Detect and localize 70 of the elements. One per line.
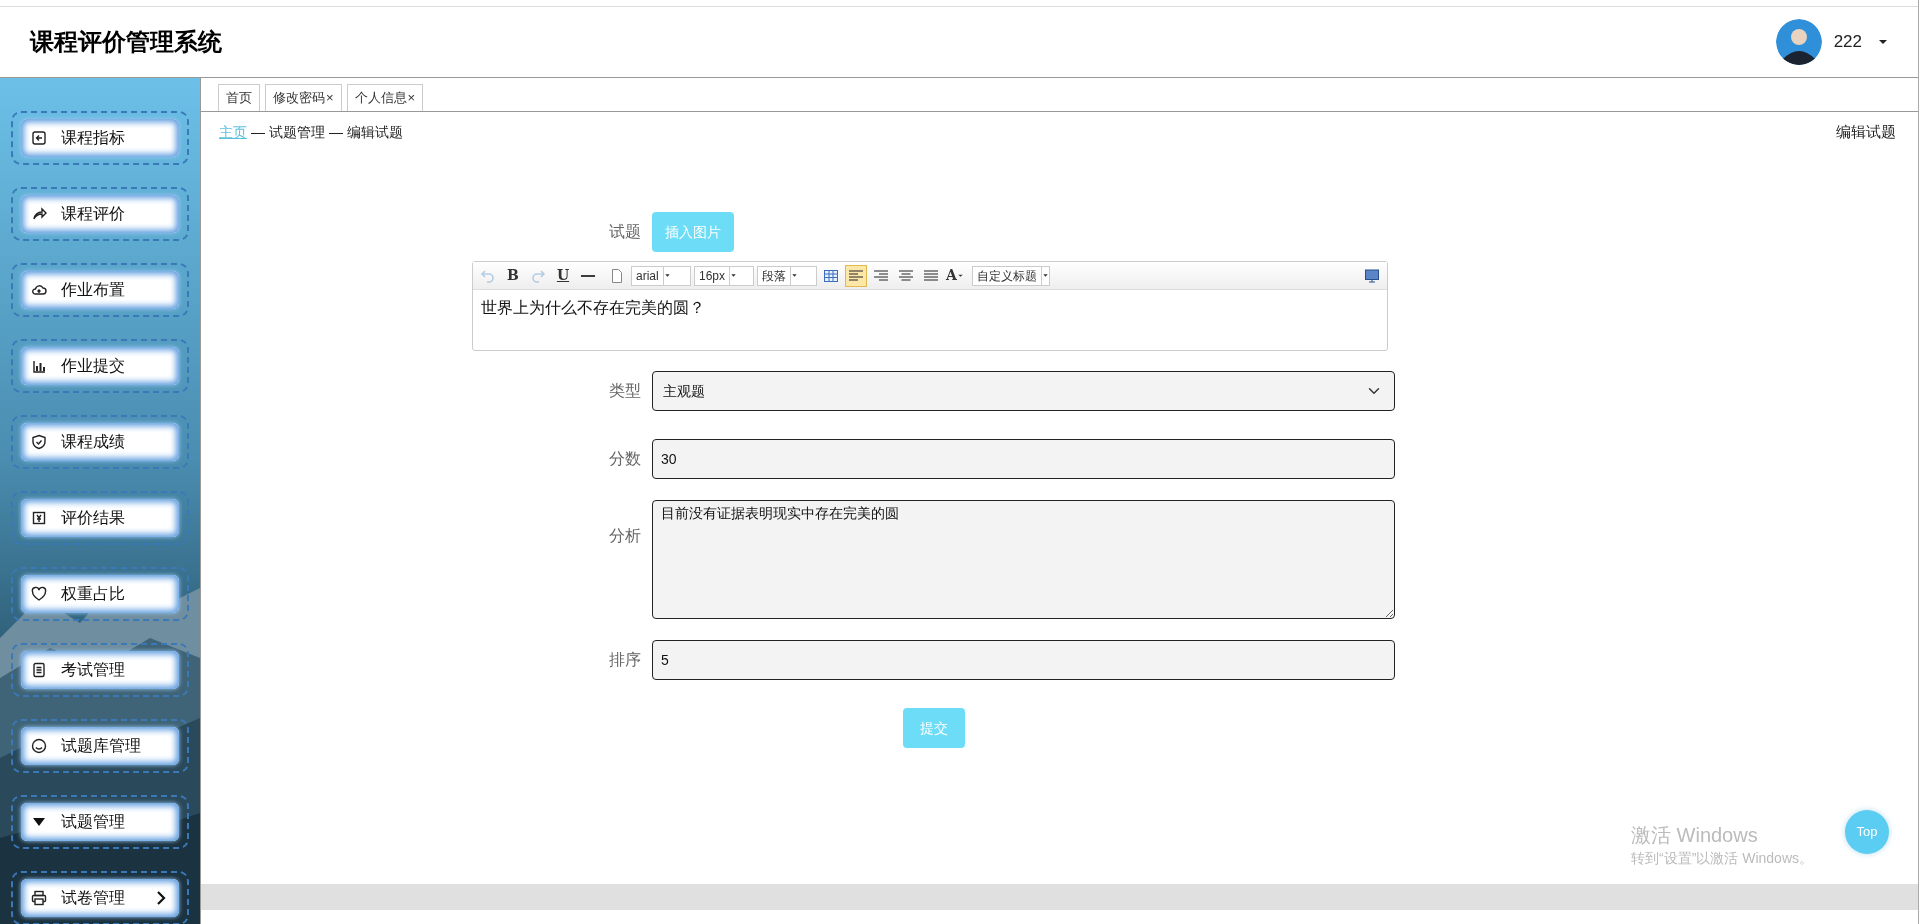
cloud-icon xyxy=(31,282,47,298)
caret-icon xyxy=(730,272,738,279)
align-right-icon xyxy=(873,267,889,284)
sidebar-menu-item[interactable]: 权重占比 xyxy=(21,575,179,613)
tab[interactable]: 修改密码× xyxy=(265,84,342,111)
sidebar-menu-item[interactable]: 试题管理 xyxy=(21,803,179,841)
horizontal-line-icon xyxy=(581,274,595,277)
align-left-icon xyxy=(848,267,864,284)
exit-icon xyxy=(31,130,47,146)
caret-icon xyxy=(791,272,798,279)
printer-icon xyxy=(31,890,47,906)
caret-icon[interactable] xyxy=(1878,39,1888,45)
field-label: 分数 xyxy=(608,449,641,469)
sidebar-menu-item[interactable]: 考试管理 xyxy=(21,651,179,689)
shield-icon xyxy=(31,434,47,450)
type-select[interactable]: 主观题 xyxy=(652,371,1395,411)
sidebar-menu-item[interactable]: 作业提交 xyxy=(21,347,179,385)
toolbar-button[interactable]: B xyxy=(502,264,524,287)
field-label: 类型 xyxy=(608,381,641,401)
monitor-icon xyxy=(1364,267,1380,284)
bar-chart-icon xyxy=(31,358,47,374)
editor-dropdown[interactable]: arial xyxy=(631,265,691,286)
field-label: 分析 xyxy=(608,526,641,546)
avatar-icon[interactable] xyxy=(1775,19,1822,65)
document-icon xyxy=(31,662,47,678)
analysis-textarea[interactable]: 目前没有证据表明现实中存在完美的圆 xyxy=(652,500,1395,619)
justify-icon xyxy=(923,267,939,284)
smiley-icon xyxy=(31,738,47,754)
sidebar-menu-item[interactable]: 课程评价 xyxy=(21,195,179,233)
rich-text-editor[interactable]: B U arial 16px 段落 A 自定义标题 世界上为什么不存在完美的圆？ xyxy=(472,261,1388,351)
sidebar-menu-item[interactable]: 试卷管理 xyxy=(21,879,179,917)
page-title: 编辑试题 xyxy=(1836,122,1896,142)
breadcrumb-separator: — xyxy=(329,123,343,142)
sidebar-menu-item[interactable]: 课程成绩 xyxy=(21,423,179,461)
sidebar-menu-item[interactable]: 课程指标 xyxy=(21,119,179,157)
sidebar-menu-item[interactable]: 评价结果 xyxy=(21,499,179,537)
field-label: 试题 xyxy=(608,222,641,242)
tab[interactable]: 个人信息× xyxy=(346,84,424,111)
question-text: 世界上为什么不存在完美的圆？ xyxy=(480,298,706,318)
editor-dropdown[interactable]: 自定义标题 xyxy=(971,265,1050,286)
activation-title: 激活 Windows xyxy=(1631,823,1759,848)
caret-icon xyxy=(663,272,671,279)
caret-icon xyxy=(1041,272,1049,279)
caret-icon xyxy=(956,272,964,279)
text-input-field[interactable]: 30 xyxy=(652,439,1395,479)
app-title: 课程评价管理系统 xyxy=(30,27,222,57)
sidebar-menu-item[interactable]: 试题库管理 xyxy=(21,727,179,765)
breadcrumb-separator: — xyxy=(251,123,265,142)
breadcrumb-item: 试题管理 xyxy=(269,123,325,142)
page-icon xyxy=(609,267,625,284)
share-arrow-icon xyxy=(31,206,47,222)
close-icon[interactable]: × xyxy=(326,88,334,108)
heart-icon xyxy=(31,586,47,602)
field-label: 排序 xyxy=(608,650,641,670)
tab[interactable]: 首页 xyxy=(218,84,260,111)
user-name[interactable]: 222 xyxy=(1833,29,1862,55)
text-input-field[interactable]: 5 xyxy=(652,640,1395,680)
redo-icon xyxy=(530,267,546,284)
breadcrumb-item: 编辑试题 xyxy=(347,123,403,142)
receipt-icon xyxy=(31,510,47,526)
editor-dropdown[interactable]: 16px xyxy=(694,265,754,286)
undo-icon xyxy=(480,267,496,284)
activation-subtitle: 转到“设置”以激活 Windows。 xyxy=(1631,849,1813,868)
editor-dropdown[interactable]: 段落 xyxy=(757,265,817,286)
align-center-icon xyxy=(898,267,914,284)
toolbar-button[interactable]: A xyxy=(945,264,965,287)
sidebar-menu-item[interactable]: 作业布置 xyxy=(21,271,179,309)
close-icon[interactable]: × xyxy=(407,88,416,108)
table-icon xyxy=(823,267,839,284)
toolbar-button[interactable]: U xyxy=(552,264,574,287)
